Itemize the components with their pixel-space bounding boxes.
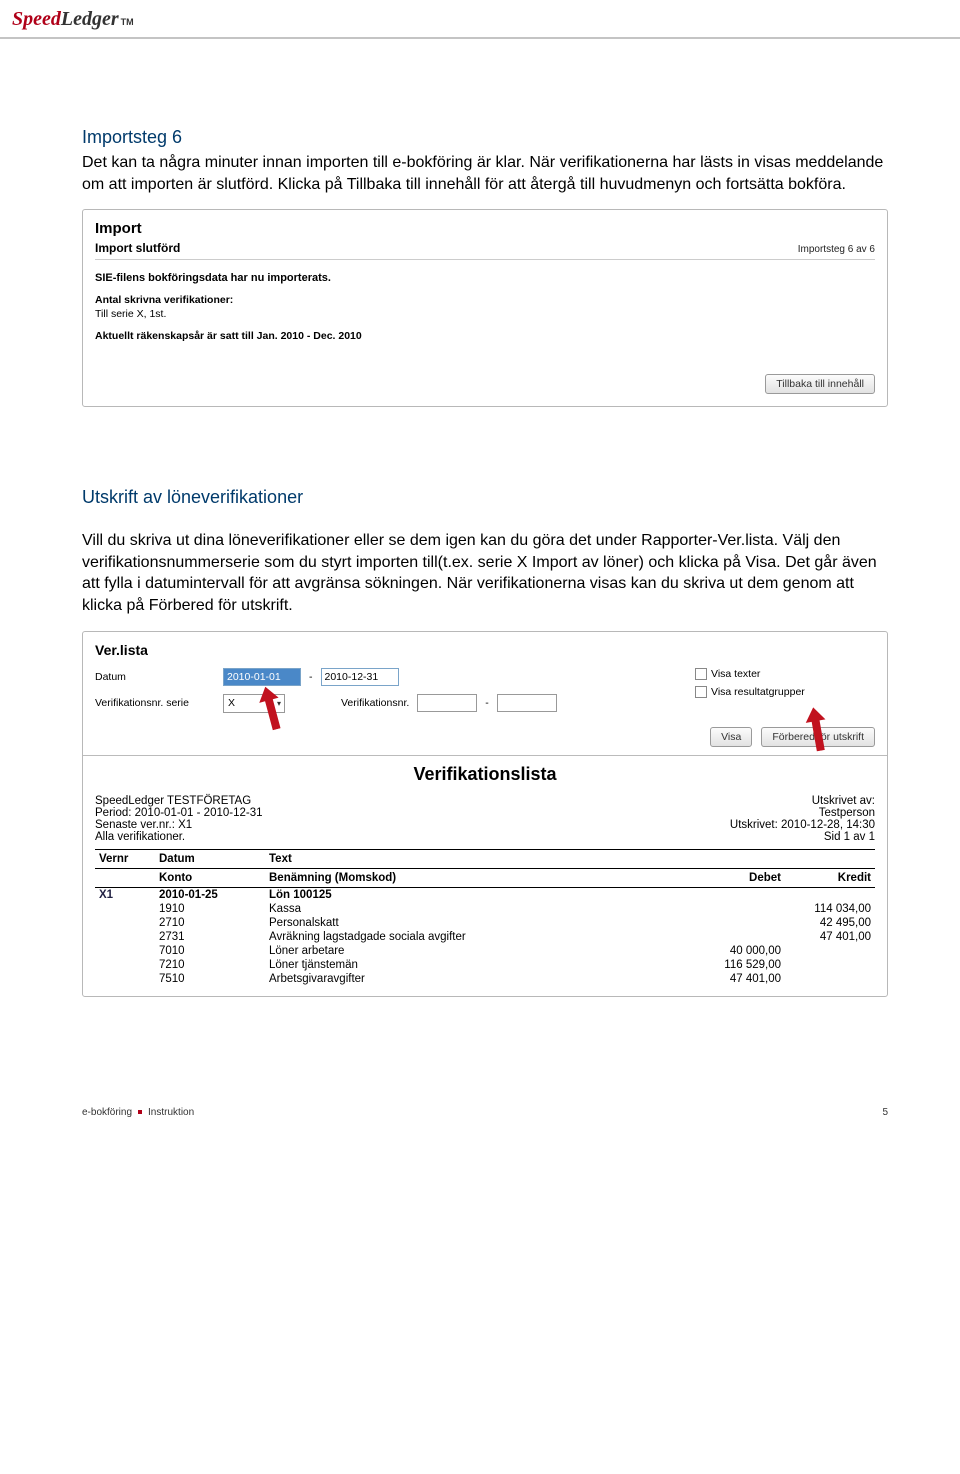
cell-debet	[695, 916, 785, 930]
cell-kredit: 114 034,00	[785, 902, 875, 916]
cell-debet	[695, 930, 785, 944]
table-row: 7210Löner tjänstemän116 529,00	[95, 958, 875, 972]
verserie-label: Verifikationsnr. serie	[95, 697, 215, 709]
report-meta-right: Utskrivet av: Testperson Utskrivet: 2010…	[730, 795, 875, 843]
cell-kredit	[785, 958, 875, 972]
footer-left2: Instruktion	[148, 1107, 194, 1118]
meta-period: Period: 2010-01-01 - 2010-12-31	[95, 807, 263, 819]
verifikations-table: Vernr Datum Text Konto Benämning (Momsko…	[95, 849, 875, 986]
verifikationslista-title: Verifikationslista	[95, 764, 875, 785]
cell-kredit	[785, 972, 875, 986]
cell-debet: 47 401,00	[695, 972, 785, 986]
para-utskrift: Vill du skriva ut dina löneverifikatione…	[82, 530, 888, 616]
footer-left1: e-bokföring	[82, 1107, 132, 1118]
footer-page-num: 5	[882, 1107, 888, 1118]
cell-benamn: Kassa	[265, 902, 695, 916]
serie-select[interactable]: X ▾	[223, 694, 285, 713]
date-to-input[interactable]	[321, 668, 399, 686]
cell-benamn: Avräkning lagstadgade sociala avgifter	[265, 930, 695, 944]
till-serie-text: Till serie X, 1st.	[95, 308, 875, 320]
entry-datum: 2010-01-25	[155, 887, 265, 902]
divider	[95, 259, 875, 260]
footer-square-icon	[138, 1110, 142, 1114]
cell-debet: 40 000,00	[695, 944, 785, 958]
cell-kredit: 47 401,00	[785, 930, 875, 944]
sie-imported-text: SIE-filens bokföringsdata har nu importe…	[95, 272, 875, 284]
report-meta-left: SpeedLedger TESTFÖRETAG Period: 2010-01-…	[95, 795, 263, 843]
cell-kredit	[785, 944, 875, 958]
import-subtitle: Import slutförd	[95, 241, 180, 255]
table-row: 7010Löner arbetare40 000,00	[95, 944, 875, 958]
verlista-title: Ver.lista	[95, 642, 875, 658]
serie-select-value: X	[228, 697, 235, 709]
visa-resultat-label: Visa resultatgrupper	[711, 686, 805, 698]
entry-text: Lön 100125	[265, 887, 695, 902]
col-benamn: Benämning (Momskod)	[265, 868, 695, 887]
date-dash: -	[309, 671, 313, 683]
meta-company: SpeedLedger TESTFÖRETAG	[95, 795, 263, 807]
col-text: Text	[265, 849, 695, 868]
heading-importsteg6: Importsteg 6	[82, 127, 888, 148]
col-datum: Datum	[155, 849, 265, 868]
import-panel: Import Import slutförd Importsteg 6 av 6…	[82, 209, 888, 407]
page-header: Speed Ledger TM	[0, 0, 960, 39]
cell-benamn: Löner arbetare	[265, 944, 695, 958]
para-importsteg6: Det kan ta några minuter innan importen …	[82, 152, 888, 195]
vernr-label: Verifikationsnr.	[341, 697, 409, 709]
cell-kredit: 42 495,00	[785, 916, 875, 930]
chevron-down-icon: ▾	[277, 699, 281, 708]
meta-utskrivet-av-label: Utskrivet av:	[730, 795, 875, 807]
cell-konto: 2731	[155, 930, 265, 944]
date-from-input[interactable]: 2010-01-01	[223, 668, 301, 686]
cell-debet: 116 529,00	[695, 958, 785, 972]
logo-ledger: Ledger	[61, 8, 119, 31]
verlista-panel: Ver.lista Datum 2010-01-01 - Verifikatio…	[82, 631, 888, 997]
meta-senaste-vernr: Senaste ver.nr.: X1	[95, 819, 263, 831]
visa-texter-label: Visa texter	[711, 668, 760, 680]
col-vernr: Vernr	[95, 849, 155, 868]
cell-konto: 2710	[155, 916, 265, 930]
speedledger-logo: Speed Ledger TM	[12, 8, 948, 31]
cell-konto: 7510	[155, 972, 265, 986]
vernr-dash: -	[485, 697, 489, 709]
meta-sida: Sid 1 av 1	[730, 831, 875, 843]
logo-tm: TM	[121, 17, 134, 27]
cell-benamn: Personalskatt	[265, 916, 695, 930]
rakenskapsar-text: Aktuellt räkenskapsår är satt till Jan. …	[95, 330, 875, 342]
document-body: Importsteg 6 Det kan ta några minuter in…	[0, 39, 960, 997]
visa-resultat-checkbox[interactable]	[695, 686, 707, 698]
cell-benamn: Arbetsgivaravgifter	[265, 972, 695, 986]
visa-button[interactable]: Visa	[710, 727, 752, 747]
col-kredit: Kredit	[785, 868, 875, 887]
import-step-indicator: Importsteg 6 av 6	[798, 244, 875, 255]
cell-benamn: Löner tjänstemän	[265, 958, 695, 972]
meta-utskrivet-date: Utskrivet: 2010-12-28, 14:30	[730, 819, 875, 831]
cell-konto: 7010	[155, 944, 265, 958]
table-row: 7510Arbetsgivaravgifter47 401,00	[95, 972, 875, 986]
table-row: 1910Kassa 114 034,00	[95, 902, 875, 916]
meta-utskrivet-av: Testperson	[730, 807, 875, 819]
cell-konto: 1910	[155, 902, 265, 916]
col-konto: Konto	[155, 868, 265, 887]
cell-konto: 7210	[155, 958, 265, 972]
visa-texter-checkbox[interactable]	[695, 668, 707, 680]
cell-debet	[695, 902, 785, 916]
meta-alla-verif: Alla verifikationer.	[95, 831, 263, 843]
back-to-content-button[interactable]: Tillbaka till innehåll	[765, 374, 875, 394]
table-row: 2731Avräkning lagstadgade sociala avgift…	[95, 930, 875, 944]
page-footer: e-bokföring Instruktion 5	[0, 1107, 960, 1148]
antal-verifikationer-label: Antal skrivna verifikationer:	[95, 294, 875, 306]
import-title: Import	[95, 220, 875, 237]
datum-label: Datum	[95, 671, 215, 683]
heading-utskrift: Utskrift av löneverifikationer	[82, 487, 888, 508]
entry-vernr: X1	[95, 887, 155, 902]
forbered-utskrift-button[interactable]: Förbered för utskrift	[761, 727, 875, 747]
table-row: 2710Personalskatt 42 495,00	[95, 916, 875, 930]
vernr-from-input[interactable]	[417, 694, 477, 712]
col-debet: Debet	[695, 868, 785, 887]
logo-speed: Speed	[12, 8, 61, 31]
vernr-to-input[interactable]	[497, 694, 557, 712]
